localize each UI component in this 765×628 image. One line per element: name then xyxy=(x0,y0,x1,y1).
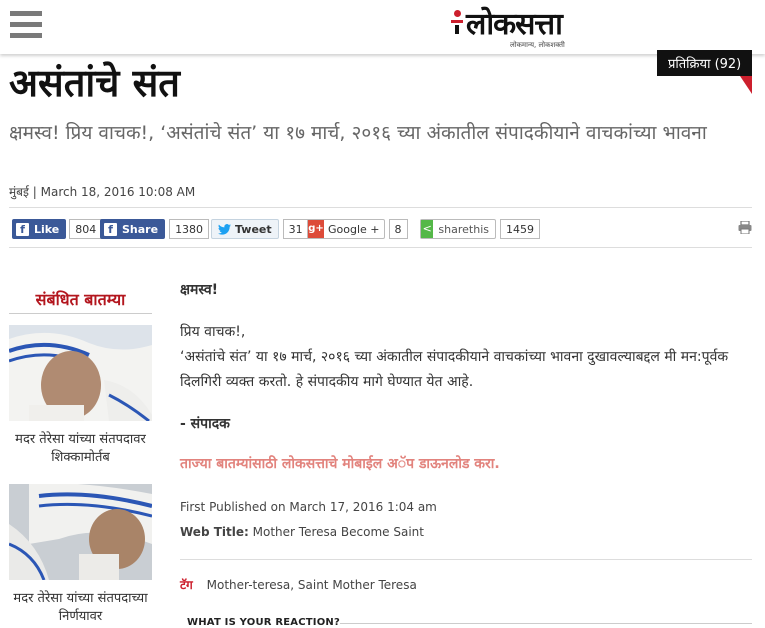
facebook-icon: f xyxy=(16,222,29,236)
google-plus-button[interactable]: g+ Google + xyxy=(307,219,385,239)
google-plus-label: Google + xyxy=(328,222,380,236)
article-subtitle: क्षमस्व! प्रिय वाचक!, ‘असंतांचे संत’ या … xyxy=(9,122,707,144)
sharethis-label: sharethis xyxy=(438,222,489,236)
divider xyxy=(9,207,752,208)
sharethis-button[interactable]: < sharethis xyxy=(420,219,496,239)
body-signature: - संपादक xyxy=(180,416,230,432)
divider xyxy=(340,623,752,624)
article-location: मुंबई xyxy=(9,185,29,199)
related-thumbnail-2[interactable] xyxy=(9,484,152,580)
sharethis-group: < sharethis 1459 xyxy=(420,218,540,240)
comments-count-badge[interactable]: प्रतिक्रिया (92) xyxy=(657,50,752,76)
divider xyxy=(9,247,752,248)
logo-mark-icon xyxy=(450,10,464,34)
body-salutation: प्रिय वाचक!, xyxy=(180,324,246,340)
article-title: असंतांचे संत xyxy=(9,61,180,105)
facebook-share-button[interactable]: f Share xyxy=(100,219,166,239)
facebook-like-button[interactable]: f Like xyxy=(12,219,67,239)
related-item-2-caption[interactable]: मदर तेरेसा यांच्या संतपदाच्या निर्णयावर xyxy=(9,590,152,626)
sharethis-icon: < xyxy=(421,220,434,238)
google-plus-icon: g+ xyxy=(308,220,324,238)
facebook-like-label: Like xyxy=(34,222,60,236)
tags-row: टॅग Mother-teresa, Saint Mother Teresa xyxy=(180,576,417,593)
top-header-bar: लोकसत्ता लोकमान्य, लोकशक्ती xyxy=(0,0,765,54)
print-icon[interactable] xyxy=(738,221,752,234)
facebook-like-group: f Like 804 xyxy=(12,218,103,240)
tweet-label: Tweet xyxy=(235,222,272,236)
body-paragraph: ‘असंतांचे संत’ या १७ मार्च, २०१६ च्या अं… xyxy=(180,349,729,390)
reaction-heading: WHAT IS YOUR REACTION? xyxy=(187,617,340,628)
hamburger-menu-icon[interactable] xyxy=(10,11,42,39)
google-plus-count: 8 xyxy=(388,219,408,239)
sharethis-count: 1459 xyxy=(500,219,540,239)
related-item-1-caption[interactable]: मदर तेरेसा यांच्या संतपदावर शिक्कामोर्तब xyxy=(9,431,152,467)
divider xyxy=(180,559,752,560)
site-logo[interactable]: लोकसत्ता लोकमान्य, लोकशक्ती xyxy=(450,6,625,50)
tweet-group: Tweet 31 xyxy=(211,218,309,240)
facebook-like-count: 804 xyxy=(69,219,103,239)
web-title-label: Web Title: xyxy=(180,525,249,539)
facebook-share-label: Share xyxy=(122,222,159,236)
facebook-share-count: 1380 xyxy=(169,219,210,239)
facebook-icon: f xyxy=(104,222,117,236)
dateline-separator: | xyxy=(32,185,37,199)
badge-corner-decoration xyxy=(740,76,752,94)
tweet-button[interactable]: Tweet xyxy=(211,219,279,239)
tags-label: टॅग xyxy=(180,578,193,592)
app-download-link[interactable]: ताज्या बातम्यांसाठी लोकसत्ताचे मोबाईल अॅ… xyxy=(180,452,752,477)
google-plus-group: g+ Google + 8 xyxy=(307,218,408,240)
related-thumbnail-1[interactable] xyxy=(9,325,152,421)
body-greeting: क्षमस्व! xyxy=(180,282,219,298)
article-date: March 18, 2016 10:08 AM xyxy=(40,185,196,199)
facebook-share-group: f Share 1380 xyxy=(100,218,210,240)
logo-wordmark: लोकसत्ता xyxy=(466,7,563,42)
tweet-count: 31 xyxy=(282,219,309,239)
web-title-row: Web Title: Mother Teresa Become Saint xyxy=(180,520,752,545)
article-dateline: मुंबई | March 18, 2016 10:08 AM xyxy=(9,183,195,200)
first-published: First Published on March 17, 2016 1:04 a… xyxy=(180,500,437,514)
twitter-icon xyxy=(218,223,231,235)
tags-values[interactable]: Mother-teresa, Saint Mother Teresa xyxy=(207,578,417,592)
related-news-heading: संबंधित बातम्या xyxy=(35,290,126,309)
web-title-value: Mother Teresa Become Saint xyxy=(252,525,424,539)
divider xyxy=(9,313,152,314)
logo-tagline: लोकमान्य, लोकशक्ती xyxy=(510,41,565,49)
